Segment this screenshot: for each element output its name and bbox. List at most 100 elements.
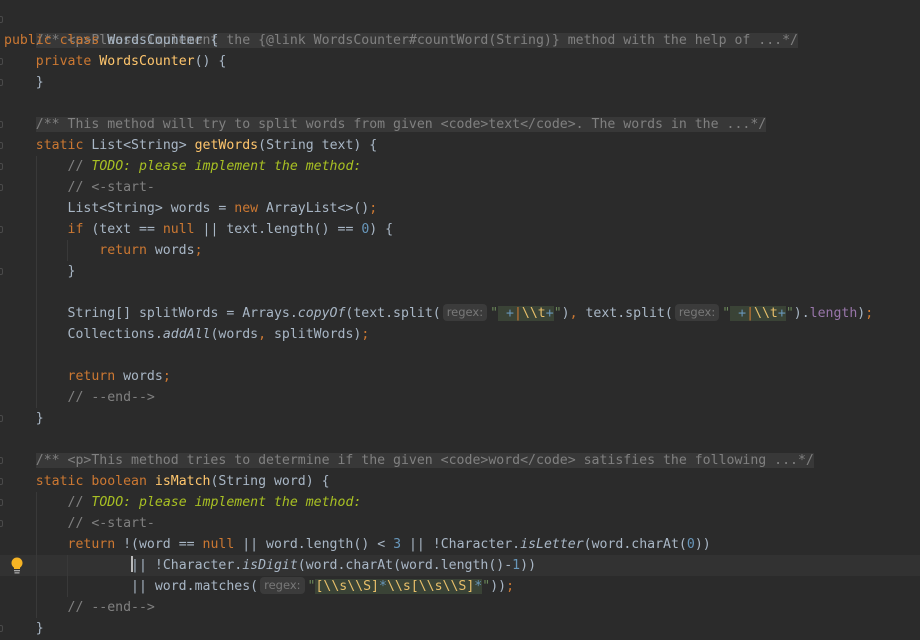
semicolon: ;	[865, 306, 874, 321]
code-line-current[interactable]: || !Character.isDigit(word.charAt(word.l…	[0, 555, 920, 576]
fold-marker-icon[interactable]	[0, 163, 3, 170]
code-text: (text.split(	[345, 306, 441, 321]
fold-marker-icon[interactable]	[0, 520, 3, 527]
code-line[interactable]: /** <p>This method tries to determine if…	[0, 450, 920, 471]
indent-guide	[36, 387, 37, 408]
code-line[interactable]: // --end-->	[0, 597, 920, 618]
comment: // --end-->	[67, 600, 155, 615]
code-line[interactable]: return words;	[0, 366, 920, 387]
regex-literal: +|\\t+	[498, 306, 554, 321]
code-line[interactable]: }	[0, 261, 920, 282]
keyword: new	[234, 201, 259, 216]
indent-guide	[36, 156, 37, 177]
class-name: WordsCounter	[107, 33, 203, 48]
regex-escape: \\t	[521, 306, 546, 321]
code-line[interactable]: // TODO: please implement the method:	[0, 156, 920, 177]
regex-class: \\s[\\s\\S]	[386, 579, 475, 594]
code-line[interactable]: List<String> words = new ArrayList<>();	[0, 198, 920, 219]
code-editor[interactable]: /** <p>Please implement the {@link Words…	[0, 9, 920, 639]
code-line[interactable]: Collections.addAll(words, splitWords);	[0, 324, 920, 345]
code-line[interactable]: // --end-->	[0, 387, 920, 408]
brace: }	[35, 621, 44, 636]
string-quote: "	[722, 306, 731, 321]
regex-literal: +|\\t+	[730, 306, 786, 321]
code-line[interactable]: return words;	[0, 240, 920, 261]
indent-guide	[36, 555, 37, 576]
code-line-empty[interactable]	[0, 282, 920, 303]
code-line-empty[interactable]	[0, 345, 920, 366]
code-line[interactable]: if (text == null || text.length() == 0) …	[0, 219, 920, 240]
comment: // <-start-	[67, 180, 155, 195]
regex-quantifier: +	[498, 306, 514, 321]
fold-marker-icon[interactable]	[0, 121, 3, 128]
comment: //	[67, 495, 84, 510]
keyword: private	[35, 54, 92, 69]
todo-comment: TODO: please implement the method:	[91, 159, 362, 174]
regex-quantifier: *	[378, 579, 387, 594]
code-line[interactable]: /** <p>Please implement the {@link Words…	[0, 9, 920, 48]
string-quote: "	[553, 306, 562, 321]
fold-marker-icon[interactable]	[0, 625, 3, 632]
code-line[interactable]: }	[0, 408, 920, 429]
code-line[interactable]: }	[0, 72, 920, 93]
fold-marker-icon[interactable]	[0, 457, 3, 464]
collapsed-doc-comment[interactable]: /** This method will try to split words …	[35, 117, 767, 132]
fold-marker-icon[interactable]	[0, 499, 3, 506]
lightbulb-icon[interactable]	[10, 557, 24, 574]
fold-marker-icon[interactable]	[0, 142, 3, 149]
keyword: return	[99, 243, 147, 258]
fold-marker-icon[interactable]	[0, 16, 3, 23]
fold-marker-icon[interactable]	[0, 184, 3, 191]
comma: ,	[258, 327, 267, 342]
fold-marker-icon[interactable]	[0, 268, 3, 275]
fold-marker-icon[interactable]	[0, 478, 3, 485]
fold-marker-icon[interactable]	[0, 226, 3, 233]
regex-alternation: |	[513, 306, 522, 321]
code-line[interactable]: return !(word == null || word.length() <…	[0, 534, 920, 555]
code-text: () {	[194, 54, 227, 69]
code-line[interactable]: // <-start-	[0, 177, 920, 198]
code-text: List<String> words =	[67, 201, 235, 216]
code-line[interactable]: // <-start-	[0, 513, 920, 534]
regex-alternation: |	[746, 306, 755, 321]
code-line[interactable]: static List<String> getWords(String text…	[0, 135, 920, 156]
code-line[interactable]: || word.matches(regex: "[\\s\\S]*\\s[\\s\…	[0, 576, 920, 597]
indent-guide	[36, 366, 37, 387]
brace: {	[210, 33, 219, 48]
indent-guide	[36, 198, 37, 219]
code-text: String[] splitWords = Arrays.	[67, 306, 298, 321]
keyword: static	[35, 474, 84, 489]
regex-escape: \\t	[754, 306, 778, 321]
brace: }	[67, 264, 76, 279]
code-line[interactable]: String[] splitWords = Arrays.copyOf(text…	[0, 303, 920, 324]
code-line-empty[interactable]	[0, 429, 920, 450]
code-text: (word.charAt(	[583, 537, 687, 552]
fold-marker-icon[interactable]	[0, 58, 3, 65]
indent-guide	[36, 513, 37, 534]
code-text: words	[146, 243, 195, 258]
fold-marker-icon[interactable]	[0, 415, 3, 422]
fold-marker-icon[interactable]	[0, 79, 3, 86]
indent-guide	[36, 534, 37, 555]
static-method-call: copyOf	[297, 306, 346, 321]
method-name: getWords	[194, 138, 259, 153]
code-line-empty[interactable]	[0, 93, 920, 114]
number: 3	[393, 537, 402, 552]
code-text: ))	[520, 558, 537, 573]
string-quote: "	[785, 306, 794, 321]
number: 1	[512, 558, 521, 573]
code-text: || word.length() <	[234, 537, 394, 552]
code-line[interactable]: /** This method will try to split words …	[0, 114, 920, 135]
code-text: splitWords)	[266, 327, 362, 342]
code-line[interactable]: // TODO: please implement the method:	[0, 492, 920, 513]
code-line[interactable]: static boolean isMatch(String word) {	[0, 471, 920, 492]
code-line[interactable]: }	[0, 618, 920, 639]
code-line[interactable]: private WordsCounter() {	[0, 51, 920, 72]
code-text: (word.charAt(word.length()-	[297, 558, 513, 573]
comma: ,	[569, 306, 578, 321]
keyword: boolean	[91, 474, 147, 489]
collapsed-doc-comment[interactable]: /** <p>This method tries to determine if…	[35, 453, 814, 468]
regex-quantifier: +	[545, 306, 554, 321]
indent-guide	[36, 492, 37, 513]
code-line[interactable]: public class WordsCounter {	[0, 30, 920, 51]
